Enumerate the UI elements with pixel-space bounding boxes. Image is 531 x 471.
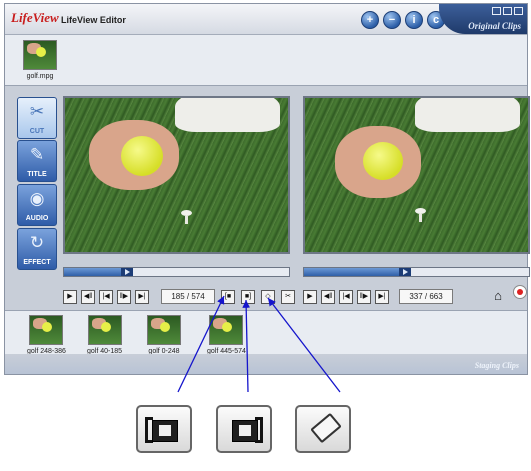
- arrow-eraser: [267, 297, 341, 393]
- arrow-mark-out: [242, 299, 251, 393]
- callout-arrows: [177, 295, 341, 393]
- arrow-mark-in: [177, 295, 225, 393]
- mark-in-icon[interactable]: [136, 405, 192, 453]
- mark-out-icon[interactable]: [216, 405, 272, 453]
- eraser-icon[interactable]: [295, 405, 351, 453]
